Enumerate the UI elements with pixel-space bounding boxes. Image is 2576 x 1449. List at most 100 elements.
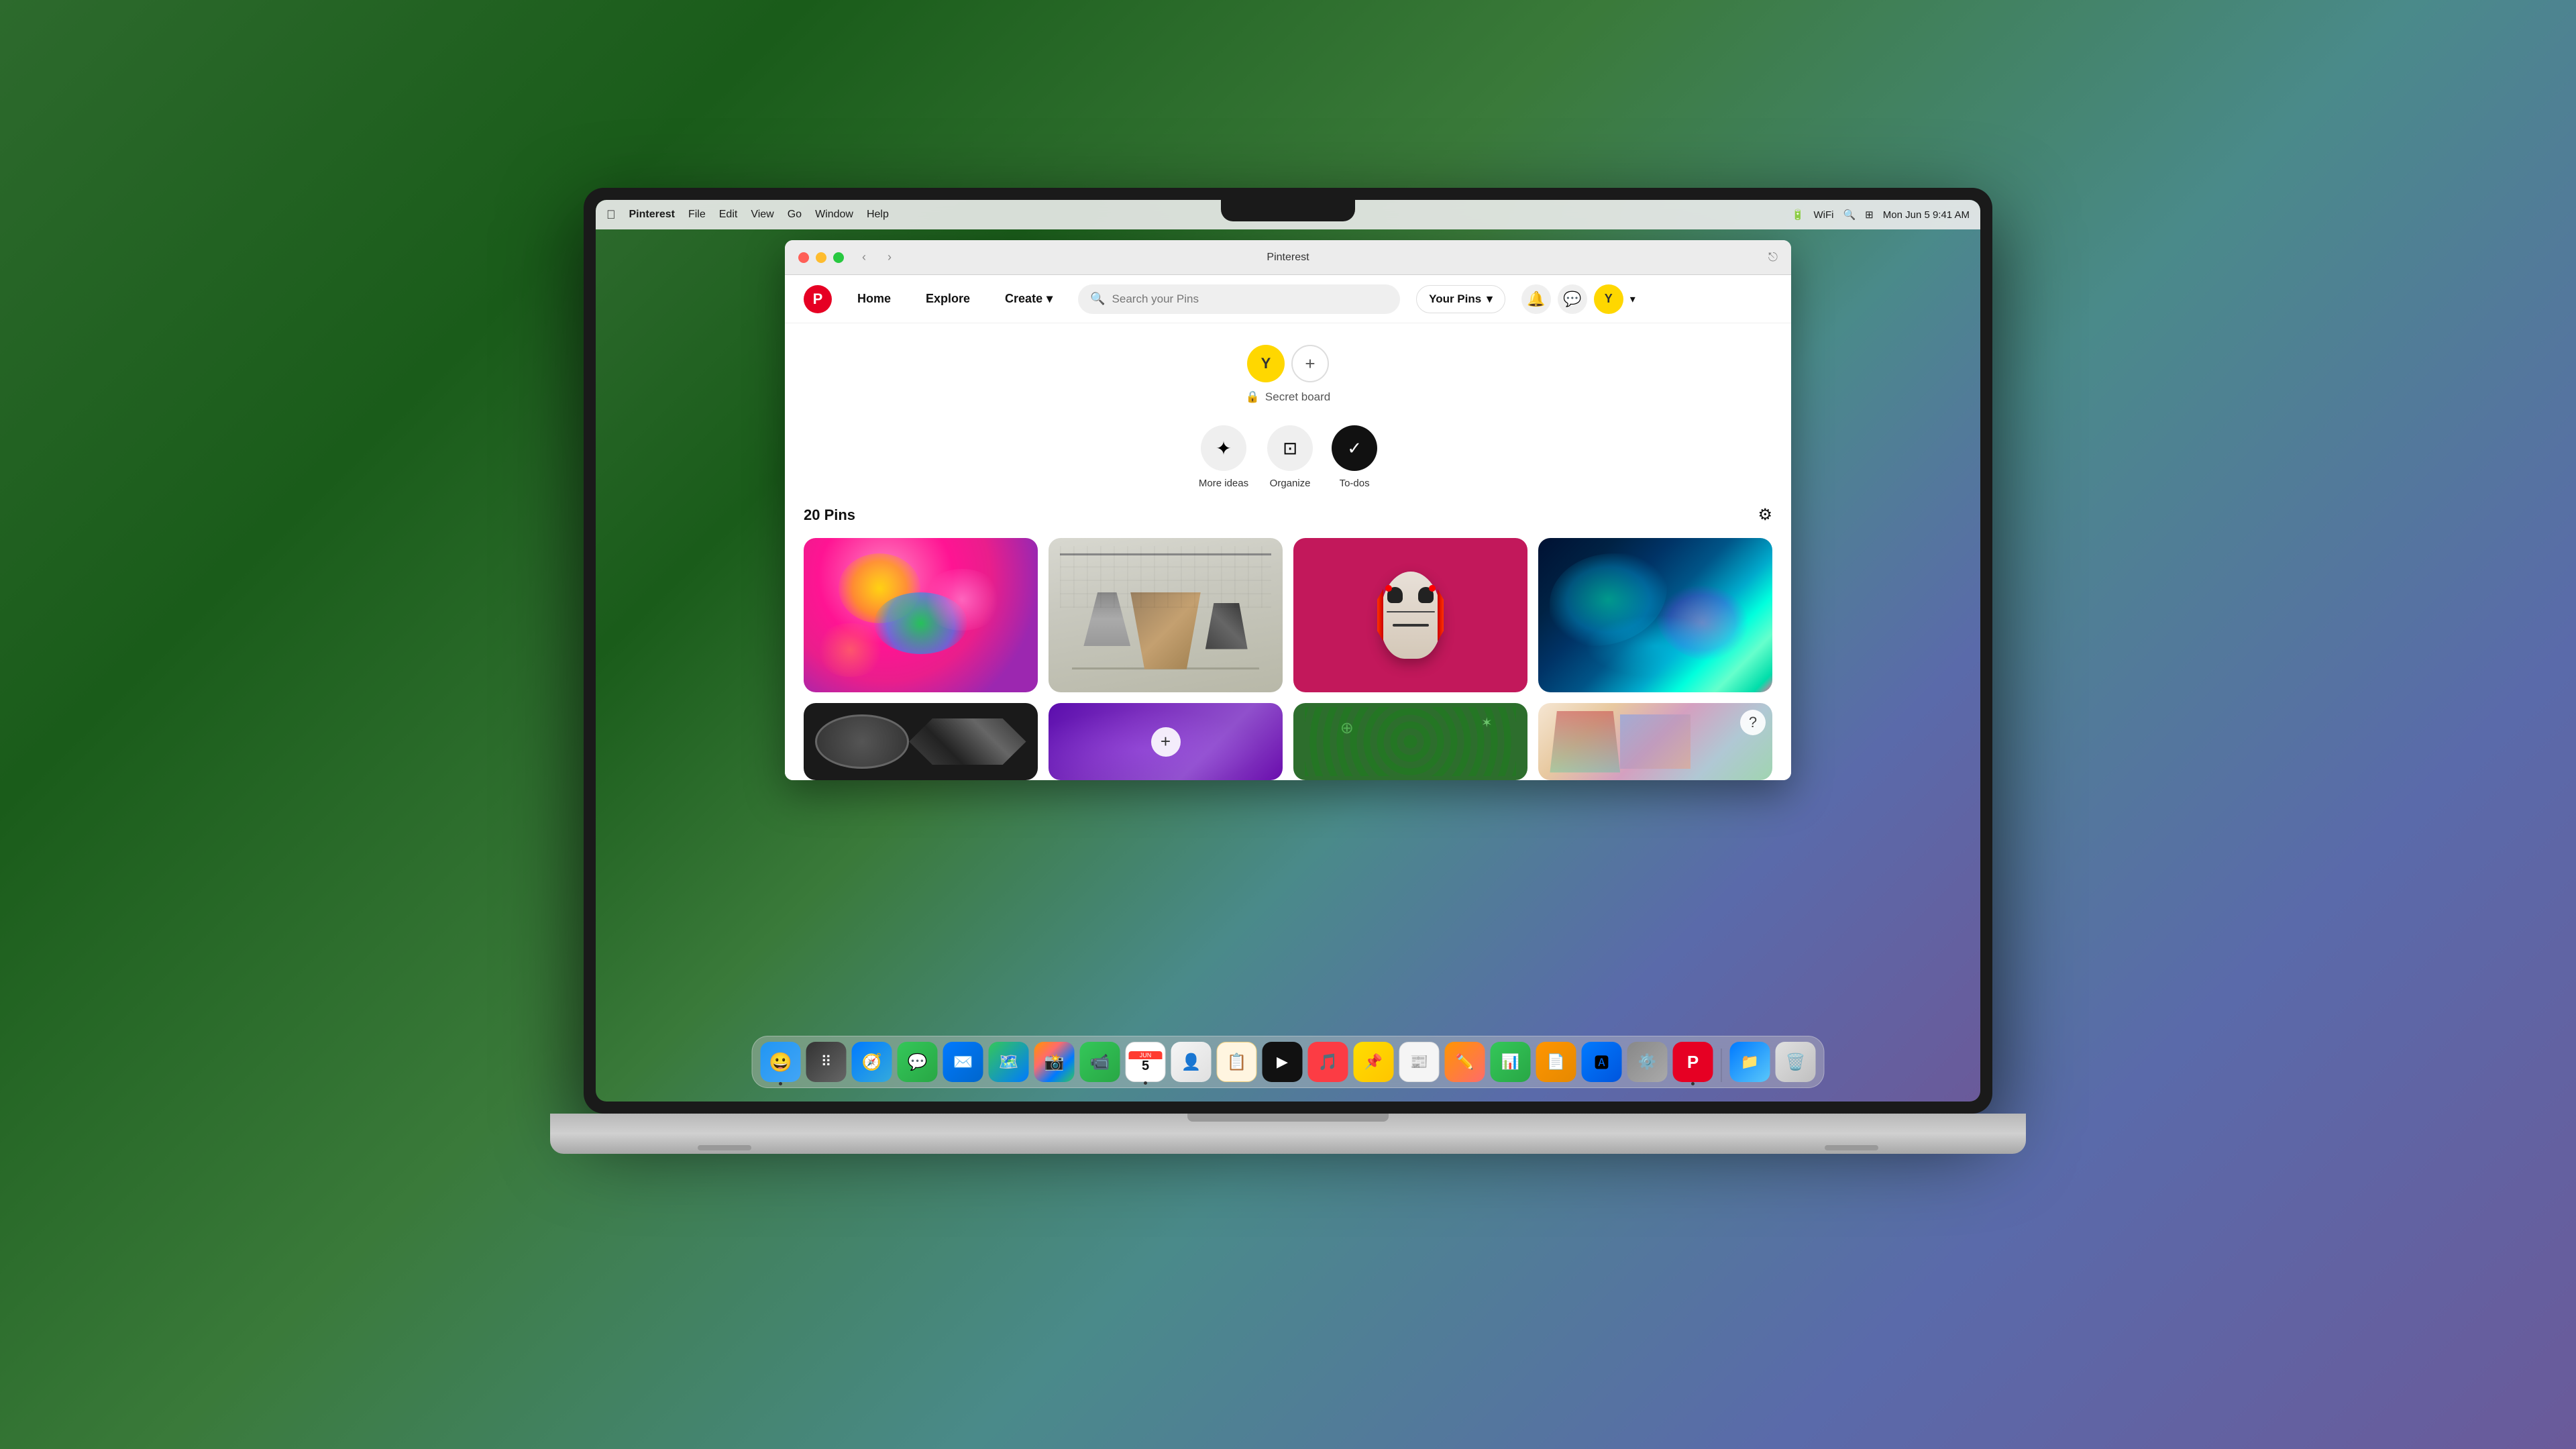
macbook-foot-left <box>698 1145 751 1150</box>
wifi-icon: WiFi <box>1813 209 1833 221</box>
user-avatar-button[interactable]: Y <box>1594 284 1623 314</box>
dock-photos[interactable]: 📸 <box>1034 1042 1075 1082</box>
dock-finder[interactable]: 😀 <box>761 1042 801 1082</box>
dock-mail[interactable]: ✉️ <box>943 1042 983 1082</box>
maximize-button[interactable] <box>833 252 844 263</box>
dock-messages[interactable]: 💬 <box>898 1042 938 1082</box>
dock-maps[interactable]: 🗺️ <box>989 1042 1029 1082</box>
close-button[interactable] <box>798 252 809 263</box>
dock-miro[interactable]: 📌 <box>1354 1042 1394 1082</box>
menubar-left:  Pinterest File Edit View Go Window Hel… <box>606 208 1792 222</box>
create-label: Create <box>1005 292 1042 306</box>
screen:  Pinterest File Edit View Go Window Hel… <box>584 188 1992 1114</box>
more-ideas-action[interactable]: ✦ More ideas <box>1199 425 1248 489</box>
dock-downloads[interactable]: 📁 <box>1730 1042 1770 1082</box>
explore-nav-link[interactable]: Explore <box>916 286 979 311</box>
menubar-right: 🔋 WiFi 🔍 ⊞ Mon Jun 5 9:41 AM <box>1792 209 1970 221</box>
edit-menu-item[interactable]: Edit <box>719 209 738 221</box>
pin-card-3[interactable] <box>1293 538 1527 692</box>
search-icon: 🔍 <box>1090 292 1105 306</box>
dock-contacts[interactable]: 👤 <box>1171 1042 1212 1082</box>
todos-action[interactable]: ✓ To-dos <box>1332 425 1377 489</box>
pin-card-4[interactable] <box>1538 538 1772 692</box>
screen-content:  Pinterest File Edit View Go Window Hel… <box>596 200 1980 1102</box>
checkmark-icon: ✓ <box>1347 438 1362 459</box>
dock-systemsettings[interactable]: ⚙️ <box>1627 1042 1668 1082</box>
organize-icon: ⊡ <box>1283 438 1297 459</box>
macbook-body <box>550 1114 2026 1154</box>
pin-card-5[interactable] <box>804 703 1038 780</box>
messages-button[interactable]: 💬 <box>1558 284 1587 314</box>
app-menu-item[interactable]: Pinterest <box>629 209 675 221</box>
macbook-hinge <box>1187 1114 1389 1122</box>
add-pin-overlay[interactable]: + <box>1151 727 1181 757</box>
dock-pages[interactable]: 📄 <box>1536 1042 1576 1082</box>
add-collaborator-button[interactable]: + <box>1291 345 1329 382</box>
back-button[interactable]: ‹ <box>855 248 873 267</box>
pin-card-7[interactable]: ⊕ ✶ <box>1293 703 1527 780</box>
pin-card-6[interactable]: + <box>1049 703 1283 780</box>
pin-card-1[interactable] <box>804 538 1038 692</box>
forward-button[interactable]: › <box>880 248 899 267</box>
organize-icon-box: ⊡ <box>1267 425 1313 471</box>
lock-icon: 🔒 <box>1246 390 1260 404</box>
dock-appstore[interactable]: 🅰 <box>1582 1042 1622 1082</box>
board-avatars: Y + <box>1247 345 1329 382</box>
your-pins-button[interactable]: Your Pins ▾ <box>1416 285 1505 313</box>
search-menubar-icon[interactable]: 🔍 <box>1843 209 1856 221</box>
dock-pinterest[interactable]: P <box>1673 1042 1713 1082</box>
browser-nav: ‹ › <box>855 248 899 267</box>
your-pins-chevron-icon: ▾ <box>1487 292 1493 306</box>
dock-music[interactable]: 🎵 <box>1308 1042 1348 1082</box>
dock-numbers[interactable]: 📊 <box>1491 1042 1531 1082</box>
pinterest-logo[interactable]: P <box>804 285 832 313</box>
pins-header: 20 Pins ⚙ <box>804 505 1772 525</box>
window-menu-item[interactable]: Window <box>815 209 853 221</box>
board-actions: ✦ More ideas ⊡ Organize ✓ <box>785 420 1791 505</box>
todos-icon-box: ✓ <box>1332 425 1377 471</box>
macbook-feet <box>698 1145 1878 1150</box>
home-nav-link[interactable]: Home <box>848 286 900 311</box>
file-menu-item[interactable]: File <box>688 209 706 221</box>
board-owner-avatar: Y <box>1247 345 1285 382</box>
dock-news[interactable]: 📰 <box>1399 1042 1440 1082</box>
sparkle-icon: ✦ <box>1216 437 1231 460</box>
browser-title: Pinterest <box>1267 252 1309 264</box>
view-menu-item[interactable]: View <box>751 209 773 221</box>
search-placeholder: Search your Pins <box>1112 292 1199 306</box>
board-header: Y + 🔒 Secret board <box>785 323 1791 420</box>
dock-divider <box>1721 1049 1722 1082</box>
create-nav-button[interactable]: Create ▾ <box>996 286 1062 311</box>
dock-launchpad[interactable]: ⠿ <box>806 1042 847 1082</box>
organize-label: Organize <box>1270 478 1311 489</box>
nav-icons: 🔔 💬 Y ▾ <box>1521 284 1635 314</box>
question-overlay[interactable]: ? <box>1740 710 1766 735</box>
control-center-icon[interactable]: ⊞ <box>1865 209 1874 221</box>
dock-reminders[interactable]: 📋 <box>1217 1042 1257 1082</box>
minimize-button[interactable] <box>816 252 826 263</box>
organize-action[interactable]: ⊡ Organize <box>1267 425 1313 489</box>
notifications-button[interactable]: 🔔 <box>1521 284 1551 314</box>
apple-logo-icon[interactable]:  <box>606 208 616 222</box>
board-name: 🔒 Secret board <box>1246 390 1331 404</box>
go-menu-item[interactable]: Go <box>788 209 802 221</box>
pinterest-navbar: P Home Explore Create ▾ 🔍 Search your Pi… <box>785 275 1791 323</box>
dock-textedit[interactable]: ✏️ <box>1445 1042 1485 1082</box>
dock-appletv[interactable]: ▶ <box>1263 1042 1303 1082</box>
help-menu-item[interactable]: Help <box>867 209 889 221</box>
traffic-lights <box>798 252 844 263</box>
account-chevron-icon[interactable]: ▾ <box>1630 292 1635 306</box>
search-bar[interactable]: 🔍 Search your Pins <box>1078 284 1400 314</box>
dock-facetime[interactable]: 📹 <box>1080 1042 1120 1082</box>
pin-card-8[interactable]: ? <box>1538 703 1772 780</box>
filter-icon[interactable]: ⚙ <box>1758 505 1772 525</box>
dock-calendar[interactable]: JUN 5 <box>1126 1042 1166 1082</box>
macbook:  Pinterest File Edit View Go Window Hel… <box>550 188 2026 1261</box>
pin-card-2[interactable] <box>1049 538 1283 692</box>
browser-window: ‹ › Pinterest ⎋ P Home Explore Create <box>785 240 1791 780</box>
browser-share-icon[interactable]: ⎋ <box>1768 250 1778 264</box>
dock-safari[interactable]: 🧭 <box>852 1042 892 1082</box>
battery-icon: 🔋 <box>1792 209 1805 221</box>
dock-trash[interactable]: 🗑️ <box>1776 1042 1816 1082</box>
macbook-foot-right <box>1825 1145 1878 1150</box>
